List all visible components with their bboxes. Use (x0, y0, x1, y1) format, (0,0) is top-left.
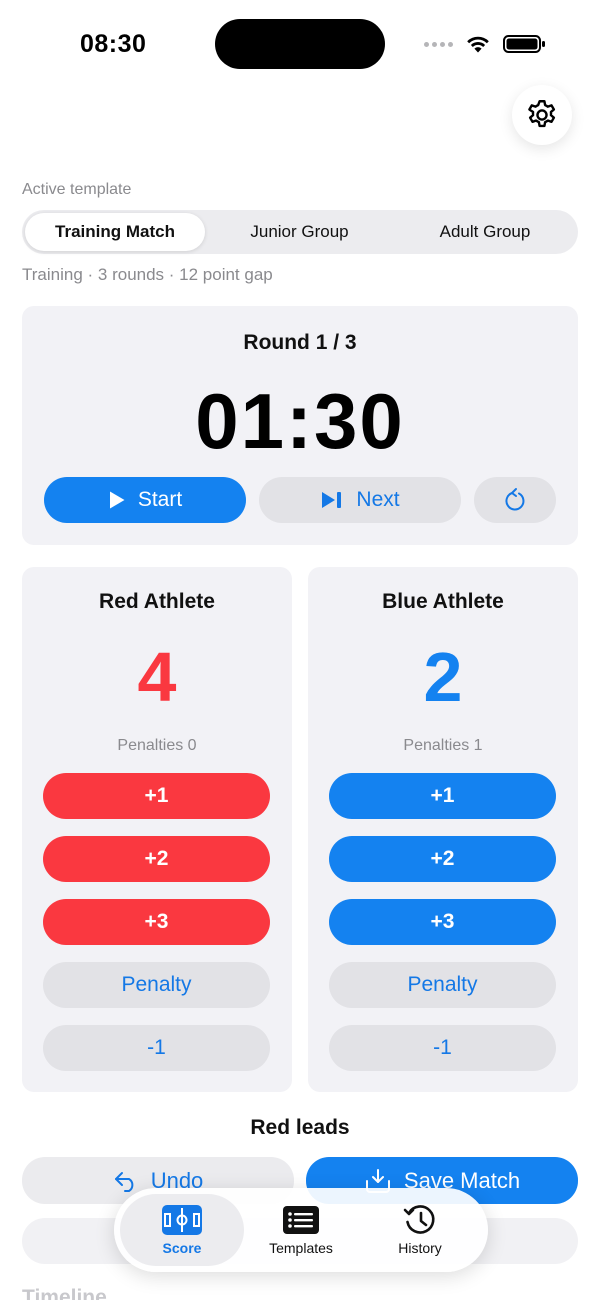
gear-icon (528, 100, 556, 128)
segment-adult-group[interactable]: Adult Group (394, 213, 576, 251)
blue-athlete-name: Blue Athlete (382, 590, 504, 613)
tab-templates-label: Templates (269, 1240, 333, 1256)
tab-templates[interactable]: Templates (239, 1194, 363, 1266)
status-icons (424, 32, 547, 56)
red-penalty-button[interactable]: Penalty (43, 962, 270, 1008)
segment-junior-group[interactable]: Junior Group (207, 213, 392, 251)
reset-icon (505, 488, 525, 511)
round-indicator: Round 1 / 3 (243, 331, 357, 354)
field-icon (162, 1204, 202, 1236)
template-label: Active template (22, 181, 132, 198)
red-athlete-card: Red Athlete 4 Penalties 0 +1 +2 +3 Penal… (22, 567, 292, 1092)
red-penalties: Penalties 0 (117, 737, 197, 754)
template-info: Training · 3 rounds · 12 point gap (22, 265, 273, 284)
tab-history[interactable]: History (358, 1194, 482, 1266)
blue-penalties: Penalties 1 (403, 737, 483, 754)
lead-status: Red leads (250, 1116, 350, 1139)
dynamic-island (215, 19, 385, 69)
blue-score: 2 (423, 638, 463, 716)
tab-score-label: Score (162, 1240, 202, 1256)
tab-score[interactable]: Score (120, 1194, 244, 1266)
history-icon (400, 1204, 440, 1236)
red-athlete-name: Red Athlete (99, 590, 215, 613)
blue-plus-1-button[interactable]: +1 (329, 773, 556, 819)
blue-athlete-card: Blue Athlete 2 Penalties 1 +1 +2 +3 Pena… (308, 567, 578, 1092)
red-plus-3-button[interactable]: +3 (43, 899, 270, 945)
battery-icon (503, 35, 545, 53)
red-minus-1-button[interactable]: -1 (43, 1025, 270, 1071)
wifi-icon (467, 36, 489, 53)
play-icon (109, 491, 125, 509)
red-plus-1-button[interactable]: +1 (43, 773, 270, 819)
start-button[interactable]: Start (44, 477, 246, 523)
template-segmented-control: Training Match Junior Group Adult Group (22, 210, 578, 254)
timer-clock: 01:30 (195, 377, 405, 465)
blue-minus-1-button[interactable]: -1 (329, 1025, 556, 1071)
next-button[interactable]: Next (259, 477, 461, 523)
segment-training-match[interactable]: Training Match (25, 213, 205, 251)
status-time: 08:30 (80, 30, 147, 58)
signal-icon (424, 41, 453, 47)
next-label: Next (356, 488, 400, 511)
list-icon (281, 1204, 321, 1236)
settings-button[interactable] (512, 85, 572, 145)
undo-icon (114, 1171, 134, 1192)
reset-button[interactable] (474, 477, 556, 523)
skip-forward-icon (322, 492, 342, 508)
blue-penalty-button[interactable]: Penalty (329, 962, 556, 1008)
blue-plus-3-button[interactable]: +3 (329, 899, 556, 945)
start-label: Start (137, 488, 183, 511)
red-plus-2-button[interactable]: +2 (43, 836, 270, 882)
tab-bar: Score Templates History (114, 1188, 488, 1272)
timer-card: Round 1 / 3 01:30 Start Next (22, 306, 578, 545)
red-score: 4 (137, 638, 177, 716)
timeline-heading: Timeline (22, 1286, 107, 1300)
status-bar: 08:30 (0, 0, 600, 90)
tab-history-label: History (398, 1240, 442, 1256)
blue-plus-2-button[interactable]: +2 (329, 836, 556, 882)
